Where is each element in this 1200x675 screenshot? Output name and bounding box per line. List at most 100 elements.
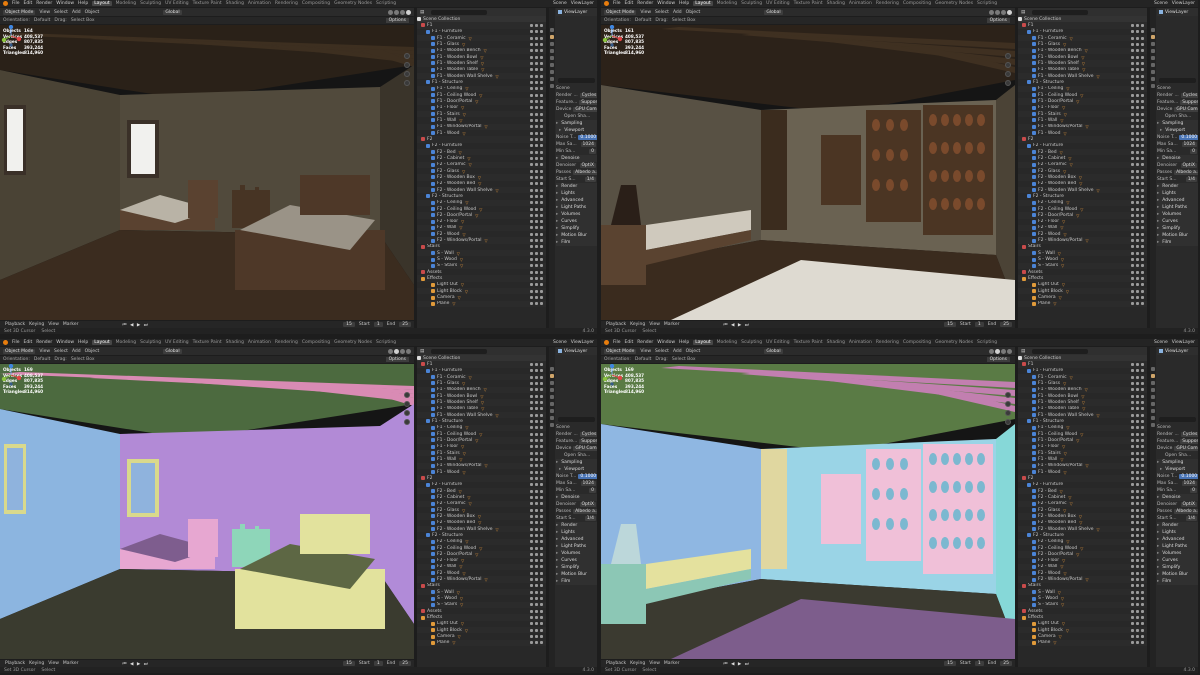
visibility-toggles[interactable] [1131, 137, 1144, 141]
camera-icon[interactable] [540, 438, 543, 442]
checkbox-icon[interactable] [1131, 175, 1134, 179]
visibility-toggles[interactable] [1131, 400, 1144, 404]
feature-set-dropdown[interactable]: Supported [1180, 439, 1198, 444]
checkbox-icon[interactable] [1131, 590, 1134, 594]
camera-icon[interactable] [540, 182, 543, 186]
camera-icon[interactable] [540, 150, 543, 154]
checkbox-icon[interactable] [1131, 381, 1134, 385]
checkbox-icon[interactable] [530, 296, 533, 300]
visibility-toggles[interactable] [530, 61, 543, 65]
camera-icon[interactable] [1141, 584, 1144, 588]
menu-item[interactable]: Help [78, 340, 88, 345]
visibility-toggles[interactable] [1131, 118, 1144, 122]
eye-icon[interactable] [535, 87, 538, 91]
options-dropdown[interactable]: Options [385, 18, 409, 23]
camera-icon[interactable] [1141, 388, 1144, 392]
end-frame-field[interactable]: 25 [399, 322, 411, 327]
scene-tab-icon[interactable] [550, 56, 554, 60]
scene-tab-icon[interactable] [1151, 395, 1155, 399]
current-frame-field[interactable]: 15 [343, 661, 355, 666]
outliner-filter-icon[interactable]: ▤ [420, 10, 424, 15]
perspective-grid-icon[interactable] [404, 419, 410, 425]
checkbox-icon[interactable] [530, 239, 533, 243]
playback-menu[interactable]: Playback [606, 322, 626, 327]
properties-section[interactable]: Motion Blur [1157, 232, 1198, 239]
eye-icon[interactable] [535, 131, 538, 135]
properties-section[interactable]: Film [1157, 578, 1198, 585]
eye-icon[interactable] [1136, 540, 1139, 544]
eye-icon[interactable] [535, 514, 538, 518]
camera-view-icon[interactable] [1005, 410, 1011, 416]
camera-icon[interactable] [1141, 302, 1144, 306]
visibility-toggles[interactable] [530, 87, 543, 91]
rendered-shading-icon[interactable] [1007, 9, 1012, 15]
eye-icon[interactable] [1136, 23, 1139, 27]
eye-icon[interactable] [535, 495, 538, 499]
properties-section[interactable]: Motion Blur [556, 232, 597, 239]
camera-icon[interactable] [1141, 239, 1144, 243]
camera-icon[interactable] [1141, 546, 1144, 550]
checkbox-icon[interactable] [530, 131, 533, 135]
view-layer-row[interactable]: ViewLayer [1157, 347, 1198, 355]
object-tab-icon[interactable] [1151, 70, 1155, 74]
camera-icon[interactable] [1141, 264, 1144, 268]
checkbox-icon[interactable] [530, 74, 533, 78]
visibility-toggles[interactable] [1131, 381, 1144, 385]
menu-item[interactable]: File [613, 1, 621, 6]
passes-dropdown[interactable]: Albedo a... [573, 509, 597, 514]
eye-icon[interactable] [1136, 99, 1139, 103]
eye-icon[interactable] [535, 565, 538, 569]
visibility-toggles[interactable] [530, 42, 543, 46]
properties-section[interactable]: Film [556, 239, 597, 246]
checkbox-icon[interactable] [1131, 419, 1134, 423]
eye-icon[interactable] [1136, 419, 1139, 423]
object-tab-icon[interactable] [550, 70, 554, 74]
camera-icon[interactable] [540, 188, 543, 192]
eye-icon[interactable] [1136, 445, 1139, 449]
camera-icon[interactable] [540, 61, 543, 65]
current-frame-field[interactable]: 15 [343, 322, 355, 327]
eye-icon[interactable] [1136, 438, 1139, 442]
checkbox-icon[interactable] [1131, 144, 1134, 148]
mode-dropdown[interactable]: Object Mode [3, 348, 36, 354]
render-engine-dropdown[interactable]: Cycles [1180, 93, 1198, 98]
camera-icon[interactable] [1141, 144, 1144, 148]
outliner-search-input[interactable] [431, 9, 488, 15]
camera-icon[interactable] [1141, 597, 1144, 601]
outliner-row[interactable]: Plane ▽ [1018, 300, 1147, 308]
eye-icon[interactable] [535, 188, 538, 192]
properties-section[interactable]: Advanced [1157, 536, 1198, 543]
3d-viewport[interactable]: Objects 164 Vertices 408,537 Edges 807,835 Fac… [0, 25, 414, 320]
navigation-gizmo[interactable] [601, 25, 623, 47]
min-samples-field[interactable]: 0 [589, 149, 596, 154]
eye-icon[interactable] [535, 628, 538, 632]
visibility-toggles[interactable] [1131, 603, 1144, 607]
checkbox-icon[interactable] [530, 283, 533, 287]
properties-section[interactable]: Lights [556, 529, 597, 536]
view-menu[interactable]: View [640, 10, 651, 15]
camera-icon[interactable] [1141, 112, 1144, 116]
blender-logo-icon[interactable] [604, 1, 609, 6]
eye-icon[interactable] [535, 388, 538, 392]
zoom-icon[interactable] [404, 53, 410, 59]
eye-icon[interactable] [1136, 42, 1139, 46]
checkbox-icon[interactable] [1131, 597, 1134, 601]
solid-shading-icon[interactable] [995, 348, 1000, 354]
checkbox-icon[interactable] [530, 635, 533, 639]
workspace-tab[interactable]: Scripting [376, 340, 396, 345]
checkbox-icon[interactable] [530, 362, 533, 366]
camera-icon[interactable] [540, 521, 543, 525]
eye-icon[interactable] [535, 400, 538, 404]
eye-icon[interactable] [1136, 375, 1139, 379]
checkbox-icon[interactable] [1131, 457, 1134, 461]
transform-orientation-dropdown[interactable]: Global [163, 348, 182, 354]
navigation-gizmo[interactable] [0, 25, 22, 47]
visibility-toggles[interactable] [1131, 489, 1144, 493]
checkbox-icon[interactable] [1131, 584, 1134, 588]
eye-icon[interactable] [1136, 131, 1139, 135]
camera-icon[interactable] [1141, 87, 1144, 91]
eye-icon[interactable] [535, 220, 538, 224]
eye-icon[interactable] [1136, 590, 1139, 594]
checkbox-icon[interactable] [1131, 23, 1134, 27]
viewport-subsection[interactable]: Viewport [556, 127, 597, 134]
